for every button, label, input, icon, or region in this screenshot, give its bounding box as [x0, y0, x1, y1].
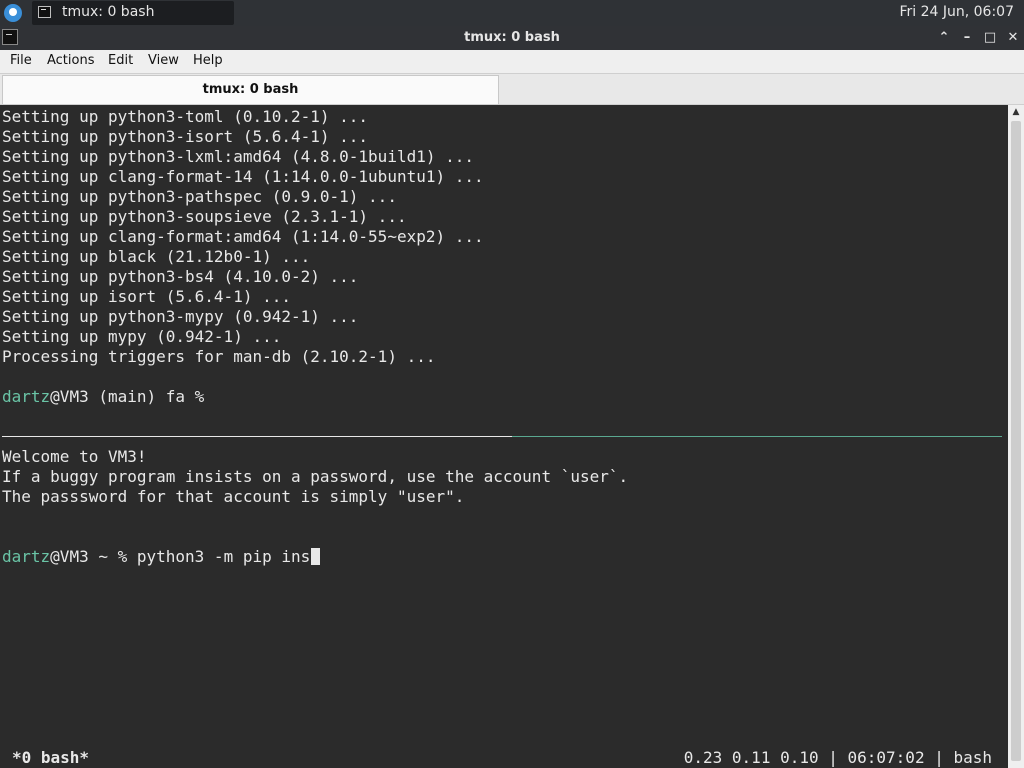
prompt-rest: @VM3 (main) fa %: [50, 387, 205, 406]
terminal-line: Setting up python3-isort (5.6.4-1) ...: [2, 127, 369, 146]
pane-divider[interactable]: [2, 436, 512, 437]
scrollbar[interactable]: ▲: [1008, 105, 1024, 768]
minimize-button[interactable]: –: [957, 28, 977, 48]
terminal-line: Setting up isort (5.6.4-1) ...: [2, 287, 291, 306]
tmux-window-list[interactable]: *0 bash*: [12, 748, 89, 768]
terminal-line: Setting up python3-lxml:amd64 (4.8.0-1bu…: [2, 147, 475, 166]
command-input[interactable]: @VM3 ~ % python3 -m pip ins: [50, 547, 310, 566]
terminal-line: Setting up python3-toml (0.10.2-1) ...: [2, 107, 369, 126]
window-titlebar[interactable]: tmux: 0 bash ⌃ – □ ✕: [0, 26, 1024, 50]
close-button[interactable]: ✕: [1003, 28, 1023, 48]
terminal-line: Setting up python3-mypy (0.942-1) ...: [2, 307, 359, 326]
menu-file[interactable]: File: [10, 53, 32, 68]
terminal-line: Setting up python3-soupsieve (2.3.1-1) .…: [2, 207, 407, 226]
scrollbar-thumb[interactable]: [1011, 121, 1021, 761]
menu-help[interactable]: Help: [193, 53, 223, 68]
welcome-line: The passsword for that account is simply…: [2, 487, 465, 506]
scroll-up-arrow-icon[interactable]: ▲: [1008, 105, 1024, 119]
terminal-line: Setting up black (21.12b0-1) ...: [2, 247, 311, 266]
prompt-user: dartz: [2, 387, 51, 406]
welcome-line: Welcome to VM3!: [2, 447, 147, 466]
menu-edit[interactable]: Edit: [108, 53, 133, 68]
window-title: tmux: 0 bash: [464, 30, 560, 45]
taskbar: tmux: 0 bash Fri 24 Jun, 06:07: [0, 0, 1024, 26]
start-menu-icon[interactable]: [4, 4, 22, 22]
prompt-user: dartz: [2, 547, 51, 566]
taskbar-window-button[interactable]: tmux: 0 bash: [32, 1, 234, 25]
menubar: File Actions Edit View Help: [0, 50, 1024, 74]
tab-bar: tmux: 0 bash: [0, 74, 1024, 105]
pane-divider-active[interactable]: [512, 436, 1002, 437]
terminal-icon: [38, 6, 51, 18]
terminal-line: Processing triggers for man-db (2.10.2-1…: [2, 347, 436, 366]
terminal-line: Setting up clang-format:amd64 (1:14.0-55…: [2, 227, 484, 246]
clock[interactable]: Fri 24 Jun, 06:07: [899, 4, 1014, 20]
welcome-line: If a buggy program insists on a password…: [2, 467, 629, 486]
terminal-line: Setting up clang-format-14 (1:14.0.0-1ub…: [2, 167, 484, 186]
taskbar-window-label: tmux: 0 bash: [62, 4, 155, 20]
tmux-status-right: 0.23 0.11 0.10 | 06:07:02 | bash: [683, 748, 992, 767]
prompt-line-top-pane: dartz@VM3 (main) fa %: [2, 387, 204, 407]
terminal-line: Setting up python3-pathspec (0.9.0-1) ..…: [2, 187, 397, 206]
text-cursor: [311, 548, 321, 565]
terminal-view[interactable]: Setting up python3-toml (0.10.2-1) ... S…: [0, 105, 1008, 768]
terminal-line: Setting up mypy (0.942-1) ...: [2, 327, 282, 346]
shade-button[interactable]: ⌃: [934, 28, 954, 48]
maximize-button[interactable]: □: [980, 28, 1000, 48]
prompt-line-bottom-pane[interactable]: dartz@VM3 ~ % python3 -m pip ins: [2, 547, 321, 567]
terminal-line: Setting up python3-bs4 (4.10.0-2) ...: [2, 267, 359, 286]
menu-view[interactable]: View: [148, 53, 179, 68]
tab-tmux-bash[interactable]: tmux: 0 bash: [2, 75, 499, 104]
menu-actions[interactable]: Actions: [47, 53, 95, 68]
